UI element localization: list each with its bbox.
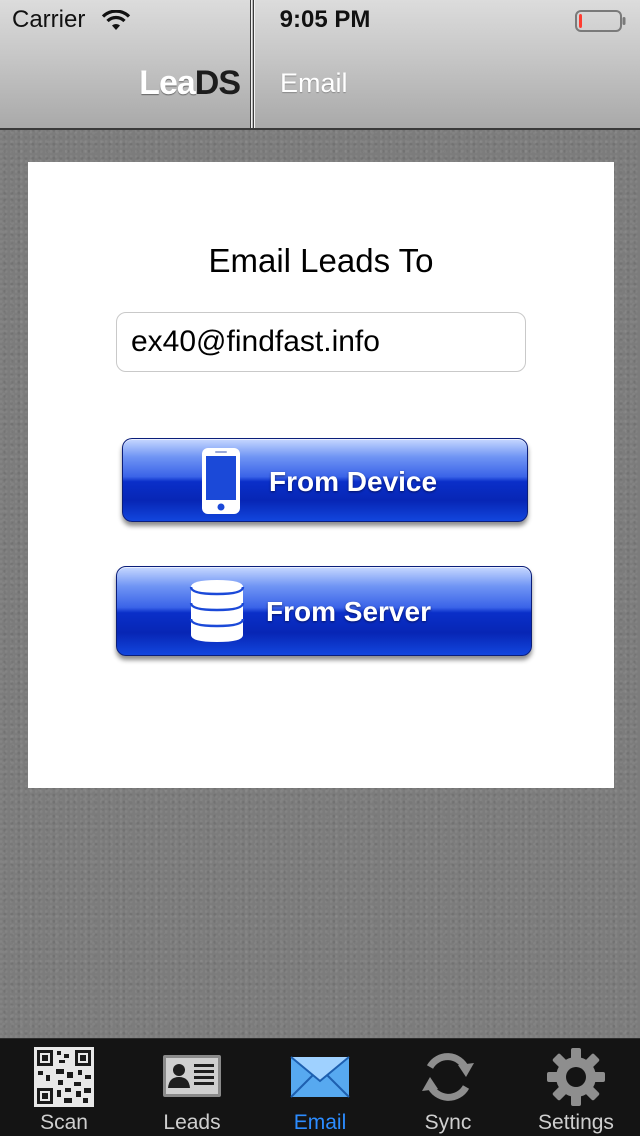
tab-bar: Scan Leads Email Sync Settings [0, 1038, 640, 1136]
app-logo: LeaDS [120, 64, 241, 104]
email-leads-heading: Email Leads To [208, 242, 434, 279]
page-title: Email [280, 68, 348, 98]
tab-sync[interactable]: Sync [384, 1039, 512, 1136]
tab-label-sync: Sync [424, 1111, 472, 1134]
envelope-icon [290, 1056, 350, 1098]
wifi-icon [101, 10, 131, 30]
phone-icon [202, 448, 240, 514]
from-device-button[interactable]: From Device [122, 438, 528, 522]
database-icon [189, 580, 245, 642]
tab-label-leads: Leads [163, 1111, 221, 1134]
email-card: Email Leads To From Device From Server [28, 162, 614, 788]
from-server-button[interactable]: From Server [116, 566, 532, 656]
tab-label-email: Email [293, 1111, 347, 1134]
status-time: 9:05 PM [279, 6, 371, 33]
logo-text-ds: DS [194, 64, 241, 102]
sync-icon [422, 1053, 474, 1101]
tab-settings[interactable]: Settings [512, 1039, 640, 1136]
pane-divider [250, 0, 255, 128]
from-device-label: From Device [269, 466, 438, 497]
tab-label-scan: Scan [40, 1111, 88, 1134]
gear-icon [547, 1048, 605, 1106]
carrier-label: Carrier [12, 6, 86, 33]
tab-leads[interactable]: Leads [128, 1039, 256, 1136]
battery-icon [575, 10, 626, 32]
logo-text-lea: Lea [139, 64, 196, 102]
top-bar: Carrier 9:05 PM LeaDS Email [0, 0, 640, 130]
email-field[interactable] [116, 312, 526, 372]
tab-scan[interactable]: Scan [0, 1039, 128, 1136]
contact-card-icon [163, 1055, 221, 1097]
tab-label-settings: Settings [538, 1111, 614, 1134]
qr-code-icon [34, 1047, 94, 1107]
tab-email[interactable]: Email [256, 1039, 384, 1136]
from-server-label: From Server [266, 596, 431, 627]
